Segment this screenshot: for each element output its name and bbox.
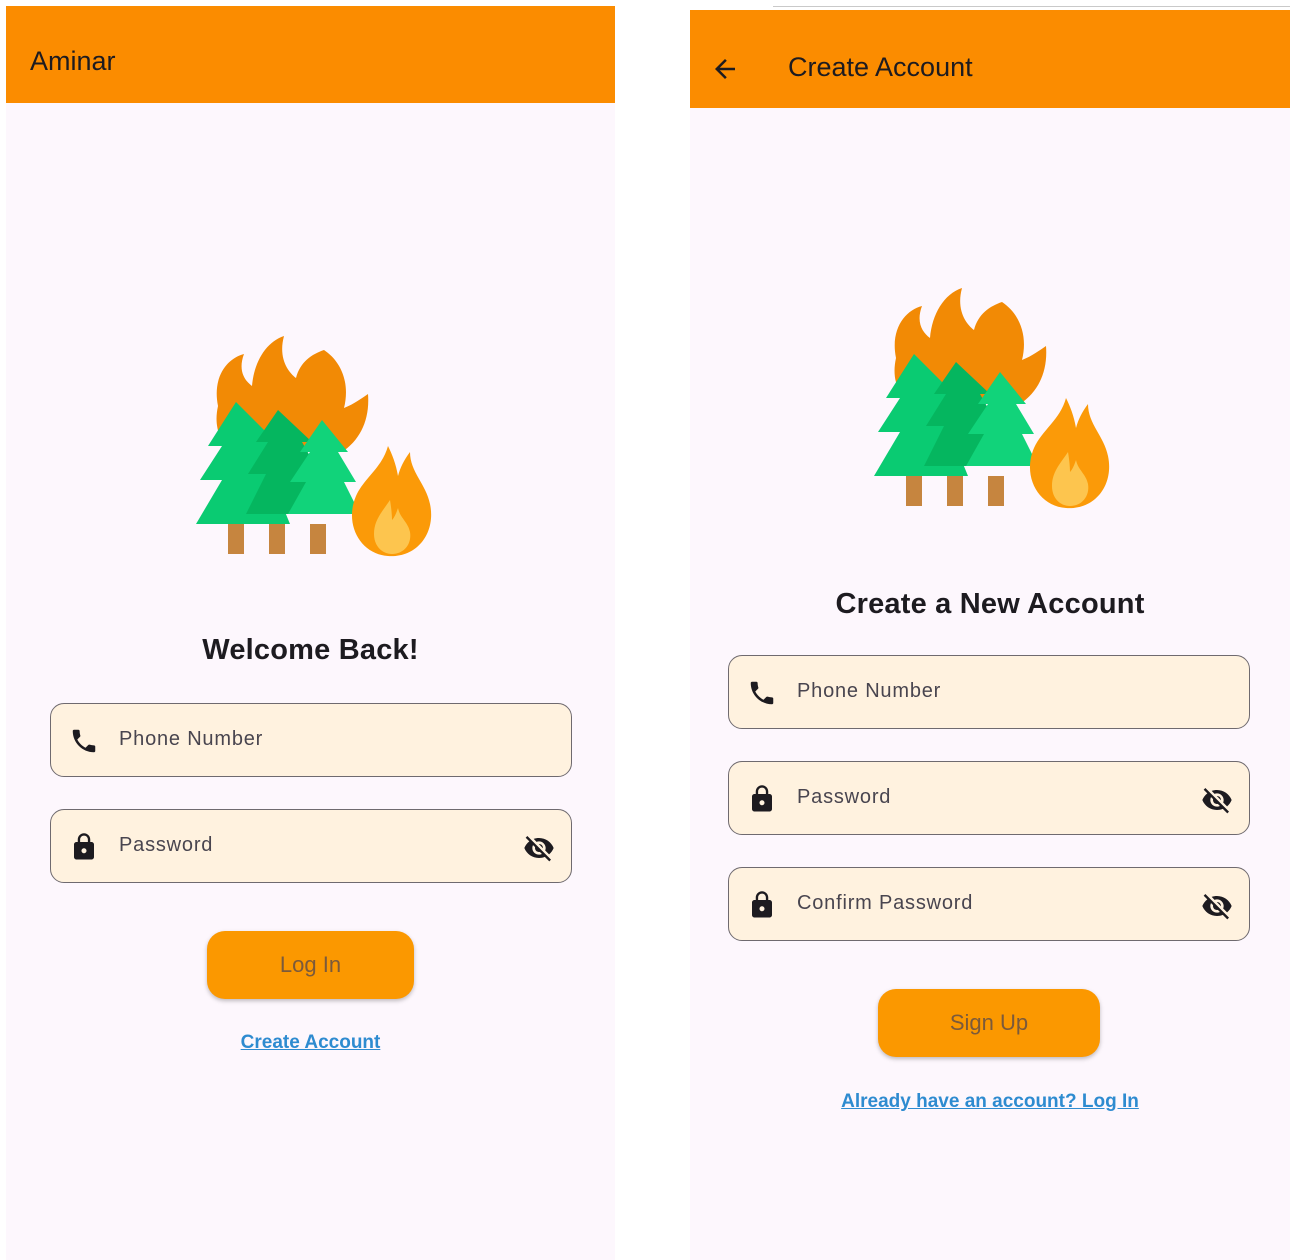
arrow-back-icon[interactable]: [710, 54, 740, 84]
page-title: Create a New Account: [835, 588, 1145, 620]
signup-button[interactable]: Sign Up: [878, 989, 1100, 1057]
phone-icon: [69, 726, 99, 756]
top-divider: [773, 6, 1290, 7]
lock-icon: [747, 784, 777, 814]
forest-fire-illustration: [870, 280, 1110, 520]
phone-icon: [747, 678, 777, 708]
app-title: Create Account: [788, 52, 973, 82]
forest-fire-illustration: [192, 328, 432, 568]
login-button[interactable]: Log In: [207, 931, 414, 999]
app-bar: Create Account: [690, 10, 1290, 108]
lock-icon: [747, 890, 777, 920]
eye-off-icon[interactable]: [1201, 784, 1233, 816]
lock-icon: [69, 832, 99, 862]
phone-input[interactable]: [119, 704, 499, 774]
password-input[interactable]: [797, 762, 1177, 832]
password-field[interactable]: [728, 761, 1250, 835]
confirm-password-field[interactable]: [728, 867, 1250, 941]
password-field[interactable]: [50, 809, 572, 883]
eye-off-icon[interactable]: [1201, 890, 1233, 922]
password-input[interactable]: [119, 810, 499, 880]
app-bar: Aminar: [6, 6, 615, 103]
signup-screen: Create Account Create a New Account Sign…: [690, 10, 1290, 1260]
login-link[interactable]: Already have an account? Log In: [690, 1091, 1290, 1113]
page-title: Welcome Back!: [202, 634, 419, 666]
phone-input[interactable]: [797, 656, 1177, 726]
login-screen: Aminar Welcome Back! Log In Create Accou…: [6, 6, 615, 1260]
confirm-password-input[interactable]: [797, 868, 1177, 938]
phone-field[interactable]: [728, 655, 1250, 729]
eye-off-icon[interactable]: [523, 832, 555, 864]
app-title: Aminar: [30, 46, 116, 76]
create-account-link[interactable]: Create Account: [6, 1032, 615, 1054]
phone-field[interactable]: [50, 703, 572, 777]
